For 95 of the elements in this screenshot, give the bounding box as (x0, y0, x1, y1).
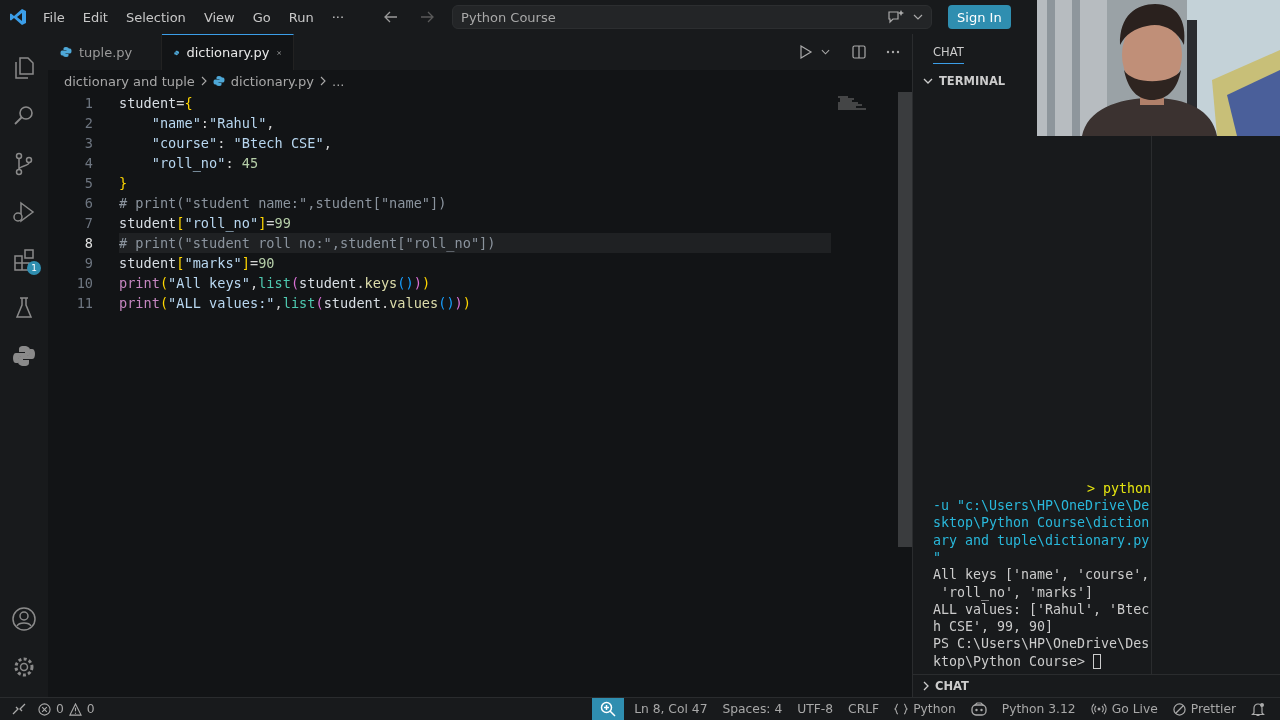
back-arrow-icon[interactable] (384, 11, 399, 23)
line-number: 2 (83, 115, 93, 131)
code-line: "roll_no": 45 (150, 154, 259, 173)
files-icon[interactable] (12, 56, 36, 80)
code-line: student={ (119, 94, 193, 113)
notification-badge: 1 (27, 261, 41, 275)
code-line: print("ALL values:",list(student.values())) (119, 294, 471, 313)
broadcast-icon (1090, 703, 1107, 715)
account-icon[interactable] (11, 606, 37, 632)
menu-item[interactable]: Run (288, 9, 314, 25)
language-status[interactable]: Python (894, 702, 956, 716)
notification-bell-icon[interactable] (1251, 701, 1265, 717)
warning-icon (68, 702, 82, 716)
terminal-line: -u "c:\Users\HP\OneDrive\De (933, 497, 1151, 515)
warning-count: 0 (86, 702, 95, 716)
encoding-status[interactable]: UTF-8 (797, 702, 834, 716)
extensions-icon[interactable] (12, 248, 36, 272)
line-number: 3 (83, 135, 93, 151)
more-icon[interactable] (886, 50, 900, 54)
menu-item[interactable]: Edit (82, 9, 108, 25)
forward-arrow-icon[interactable] (420, 11, 435, 23)
python-file-icon (212, 75, 225, 87)
command-center-field[interactable]: Python Course (452, 5, 933, 29)
chat-sparkle-icon[interactable] (887, 9, 906, 25)
code-line: student["roll_no"]=99 (119, 214, 291, 233)
prohibited-icon (1172, 702, 1186, 716)
line-ending-status[interactable]: CRLF (848, 702, 880, 716)
run-debug-icon[interactable] (12, 200, 36, 224)
sign-in-button[interactable]: Sign In (948, 5, 1011, 29)
indentation-status[interactable]: Spaces: 4 (722, 702, 783, 716)
terminal-line: 'roll_no', 'marks'] (940, 583, 1095, 601)
prettier-status[interactable]: Prettier (1172, 702, 1236, 716)
error-count: 0 (56, 702, 64, 716)
terminal-line: sktop\Python Course\diction (933, 514, 1151, 532)
line-number: 9 (83, 255, 93, 271)
braces-icon (894, 703, 909, 715)
split-editor-icon[interactable] (852, 45, 866, 59)
settings-icon[interactable] (12, 655, 36, 679)
terminal-cursor (1093, 654, 1102, 670)
problems-status[interactable]: 0 0 (38, 702, 95, 716)
terminal-line: ary and tuple\dictionary.py (933, 531, 1151, 549)
code-line: "name":"Rahul", (150, 114, 275, 133)
menu-item[interactable]: ··· (331, 9, 345, 25)
menu-item[interactable]: View (203, 9, 235, 25)
line-number: 7 (83, 215, 93, 231)
error-icon (38, 702, 51, 716)
breadcrumb-item[interactable]: dictionary and tuple (64, 73, 195, 89)
go-live-button[interactable]: Go Live (1090, 702, 1158, 716)
zoom-button[interactable] (592, 698, 625, 720)
menu-item[interactable]: Go (252, 9, 271, 25)
code-line: print("All keys",list(student.keys())) (119, 274, 431, 293)
section-title[interactable]: TERMINAL (939, 74, 1006, 88)
terminal-line: ktop\Python Course> (933, 652, 1151, 670)
chevron-right-icon (200, 76, 207, 86)
breadcrumb-item[interactable]: ... (332, 73, 345, 89)
chevron-down-icon[interactable] (821, 49, 830, 55)
code-editor-logo-icon (9, 8, 27, 26)
chevron-right-icon[interactable] (923, 681, 929, 691)
line-number: 10 (75, 275, 93, 291)
tab-label: dictionary.py (186, 45, 270, 60)
code-line: student["marks"]=90 (119, 254, 275, 273)
menu-item[interactable]: File (43, 9, 65, 25)
line-number: 8 (83, 235, 93, 251)
minimap-drawing (838, 96, 868, 110)
breadcrumb-item[interactable]: dictionary.py (230, 73, 314, 89)
chevron-down-icon[interactable] (923, 78, 933, 84)
editor-tab[interactable]: dictionary.py (162, 34, 294, 70)
terminal-line: All keys ['name', 'course', (933, 566, 1151, 584)
cursor-position[interactable]: Ln 8, Col 47 (634, 702, 708, 716)
terminal-line: h CSE', 99, 90] (933, 618, 1055, 636)
line-number: 1 (83, 95, 93, 111)
code-line: # print("student name:",student["name"]) (119, 194, 447, 213)
run-icon[interactable] (799, 45, 813, 59)
terminal-line: > python (1085, 479, 1151, 498)
line-number: 4 (83, 155, 93, 171)
terminal-line: ALL values: ['Rahul', 'Btec (933, 601, 1151, 619)
line-number: 5 (83, 175, 93, 191)
chevron-down-icon[interactable] (913, 14, 924, 20)
line-number: 11 (75, 295, 93, 311)
scrollbar[interactable] (898, 92, 912, 547)
python-file-icon (60, 46, 72, 58)
code-line: "course": "Btech CSE", (150, 134, 332, 153)
line-number: 6 (83, 195, 93, 211)
remote-icon[interactable] (12, 702, 26, 716)
chat-tab[interactable]: CHAT (933, 40, 964, 64)
section-title[interactable]: CHAT (935, 679, 969, 693)
menu-item[interactable]: Selection (125, 9, 186, 25)
chevron-right-icon (320, 76, 326, 86)
interpreter-status[interactable]: Python 3.12 (1001, 702, 1076, 716)
code-line: } (119, 174, 128, 193)
zoom-in-icon (600, 701, 617, 717)
python-icon[interactable] (12, 344, 36, 368)
terminal-line: PS C:\Users\HP\OneDrive\Des (933, 635, 1151, 653)
tab-label: tuple.py (79, 44, 133, 60)
terminal-line: " (933, 548, 942, 567)
